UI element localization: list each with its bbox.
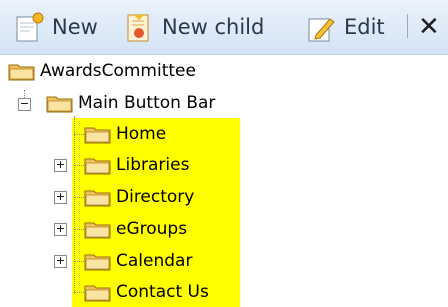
- tree-node-label: eGroups: [116, 219, 188, 239]
- tree-connector: [74, 197, 84, 198]
- tree-node-label: Main Button Bar: [78, 93, 216, 113]
- close-icon[interactable]: ✕: [418, 12, 448, 42]
- collapse-toggle[interactable]: −: [18, 98, 31, 111]
- tree-node-contact-us[interactable]: Contact Us: [84, 279, 209, 305]
- expand-toggle[interactable]: +: [54, 159, 67, 172]
- folder-icon: [84, 283, 111, 302]
- tree-connector: [74, 134, 84, 135]
- tree-node-label: Directory: [116, 187, 195, 207]
- tree-connector: [74, 292, 84, 293]
- tree-connector: [74, 165, 84, 166]
- tree-node-label: Libraries: [116, 155, 190, 175]
- expand-toggle[interactable]: +: [54, 191, 67, 204]
- folder-icon: [84, 156, 111, 175]
- folder-icon: [84, 252, 111, 271]
- tree-node-label: Contact Us: [116, 282, 209, 302]
- toolbar: New New child Edit ✕: [0, 0, 448, 55]
- folder-icon: [84, 220, 111, 239]
- new-button-label: New: [52, 15, 98, 39]
- tree-node-root[interactable]: AwardsCommittee: [8, 58, 196, 84]
- tree-view: AwardsCommittee − Main Button Bar Home +…: [0, 54, 448, 307]
- toolbar-separator: [407, 14, 408, 38]
- new-button[interactable]: New: [14, 10, 98, 44]
- expand-toggle[interactable]: +: [54, 255, 67, 268]
- edit-button-label: Edit: [344, 15, 385, 39]
- new-child-icon: [127, 14, 149, 42]
- tree-node-directory[interactable]: Directory: [84, 184, 194, 210]
- folder-icon: [46, 94, 73, 113]
- new-page-icon: [16, 12, 44, 42]
- edit-button[interactable]: Edit: [306, 10, 385, 44]
- tree-node-label: AwardsCommittee: [40, 61, 196, 81]
- tree-node-libraries[interactable]: Libraries: [84, 152, 189, 178]
- new-child-button-label: New child: [162, 15, 265, 39]
- tree-node-label: Home: [116, 124, 167, 144]
- expand-toggle[interactable]: +: [54, 223, 67, 236]
- tree-node-egroups[interactable]: eGroups: [84, 216, 187, 242]
- tree-node-home[interactable]: Home: [84, 121, 166, 147]
- tree-node-main-button-bar[interactable]: Main Button Bar: [46, 90, 215, 116]
- new-child-button[interactable]: New child: [124, 10, 264, 44]
- tree-connector: [74, 229, 84, 230]
- edit-pencil-icon: [308, 18, 335, 42]
- tree-node-label: Calendar: [116, 251, 193, 271]
- tree-connector: [74, 116, 75, 292]
- folder-icon: [84, 125, 111, 144]
- tree-connector: [74, 261, 84, 262]
- tree-node-calendar[interactable]: Calendar: [84, 248, 192, 274]
- folder-icon: [84, 188, 111, 207]
- folder-icon: [8, 62, 35, 81]
